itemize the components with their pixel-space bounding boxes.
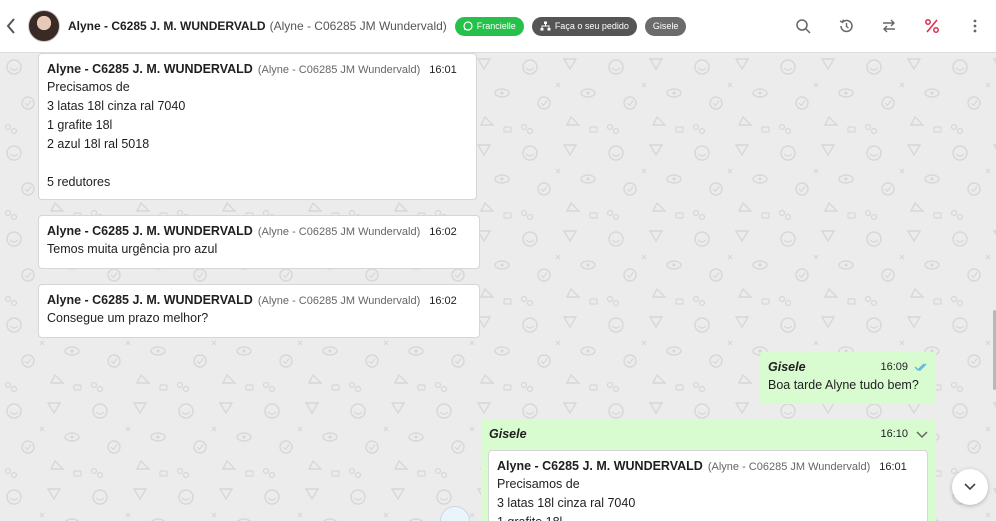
message-header: Alyne - C6285 J. M. WUNDERVALD (Alyne - …: [497, 459, 919, 473]
sender-name: Gisele: [768, 360, 806, 374]
sender-name: Alyne - C6285 J. M. WUNDERVALD: [47, 293, 253, 307]
message-incoming[interactable]: Alyne - C6285 J. M. WUNDERVALD (Alyne - …: [38, 215, 480, 269]
message-header: Alyne - C6285 J. M. WUNDERVALD (Alyne - …: [47, 293, 471, 307]
history-button[interactable]: [824, 0, 867, 53]
sender-name: Gisele: [489, 427, 527, 441]
header-actions: [781, 0, 996, 53]
contact-name[interactable]: Alyne - C6285 J. M. WUNDERVALD: [68, 19, 266, 33]
transfer-icon: [882, 19, 895, 33]
contact-alias: (Alyne - C06285 JM Wundervald): [269, 19, 447, 33]
more-icon: [973, 19, 976, 33]
sender-name: Alyne - C6285 J. M. WUNDERVALD: [497, 459, 703, 473]
avatar[interactable]: [28, 10, 60, 42]
history-icon: [839, 19, 853, 33]
read-receipt-icon: [914, 363, 927, 371]
badge-francielle[interactable]: Francielle: [454, 16, 524, 36]
badge-gisele[interactable]: Gisele: [644, 16, 687, 36]
chat-header: Alyne - C6285 J. M. WUNDERVALD (Alyne - …: [0, 0, 996, 53]
sender-alias: (Alyne - C06285 JM Wundervald): [257, 64, 421, 76]
message-incoming[interactable]: Alyne - C6285 J. M. WUNDERVALD (Alyne - …: [38, 284, 480, 338]
chat-area[interactable]: Alyne - C6285 J. M. WUNDERVALD (Alyne - …: [0, 53, 996, 521]
sitemap-icon: [540, 21, 551, 31]
message-header: Alyne - C6285 J. M. WUNDERVALD (Alyne - …: [47, 62, 468, 76]
quoted-message[interactable]: Alyne - C6285 J. M. WUNDERVALD (Alyne - …: [488, 450, 928, 521]
percent-icon: [924, 19, 939, 33]
sender-name: Alyne - C6285 J. M. WUNDERVALD: [47, 62, 253, 76]
sender-alias: (Alyne - C06285 JM Wundervald): [257, 295, 421, 307]
back-arrow-icon[interactable]: [0, 0, 22, 53]
message-header: Gisele 16:09: [768, 360, 928, 374]
sender-alias: (Alyne - C06285 JM Wundervald): [707, 461, 871, 473]
message-time: 16:01: [429, 64, 457, 76]
badge-faca-o-seu-pedido[interactable]: Faça o seu pedido: [531, 16, 637, 36]
message-text: Precisamos de 3 latas 18l cinza ral 7040…: [497, 477, 636, 521]
sender-name: Alyne - C6285 J. M. WUNDERVALD: [47, 224, 253, 238]
message-time: 16:02: [429, 226, 457, 238]
badge-label: Francielle: [476, 21, 516, 31]
message-outgoing[interactable]: Gisele 16:09 Boa tarde Alyne tudo bem?: [760, 352, 936, 404]
whatsapp-icon: [463, 21, 473, 31]
percent-button[interactable]: [910, 0, 953, 53]
message-header: Gisele 16:10: [489, 427, 928, 441]
search-icon: [795, 19, 811, 34]
badge-label: Gisele: [652, 21, 679, 31]
message-time: 16:10: [880, 428, 908, 440]
chevron-down-icon: [964, 483, 976, 491]
message-incoming[interactable]: Alyne - C6285 J. M. WUNDERVALD (Alyne - …: [38, 53, 477, 200]
message-text: Consegue um prazo melhor?: [47, 311, 209, 325]
search-button[interactable]: [781, 0, 824, 53]
message-text: Boa tarde Alyne tudo bem?: [768, 378, 919, 392]
sender-alias: (Alyne - C06285 JM Wundervald): [257, 226, 421, 238]
chevron-down-icon[interactable]: [916, 429, 928, 439]
message-text: Precisamos de 3 latas 18l cinza ral 7040…: [47, 80, 186, 189]
message-time: 16:09: [880, 361, 908, 373]
message-text: Temos muita urgência pro azul: [47, 242, 218, 256]
scroll-down-button[interactable]: [952, 469, 988, 505]
badge-label: Faça o seu pedido: [554, 21, 629, 31]
transfer-button[interactable]: [867, 0, 910, 53]
message-time: 16:01: [879, 461, 907, 473]
message-header: Alyne - C6285 J. M. WUNDERVALD (Alyne - …: [47, 224, 471, 238]
more-button[interactable]: [953, 0, 996, 53]
message-time: 16:02: [429, 295, 457, 307]
